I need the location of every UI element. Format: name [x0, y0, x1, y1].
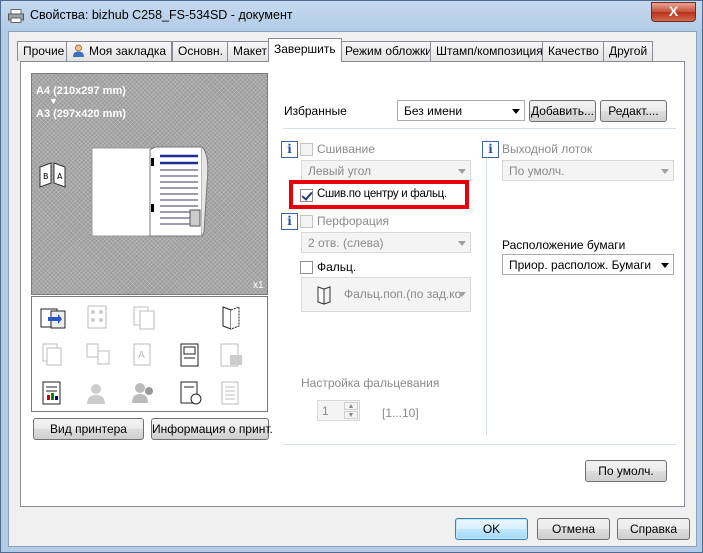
- window-title: Свойства: bizhub C258_FS-534SD - докумен…: [30, 8, 293, 22]
- copy-pages-icon[interactable]: [130, 303, 158, 331]
- finishing-function-icons: A: [31, 296, 268, 412]
- output-tray-label: Выходной лоток: [502, 142, 593, 156]
- properties-dialog: Свойства: bizhub C258_FS-534SD - докумен…: [0, 0, 703, 553]
- tab-quality[interactable]: Качество: [542, 41, 605, 61]
- printer-info-button[interactable]: Информация о принт.: [151, 418, 273, 440]
- paper-arrangement-dropdown[interactable]: Приор. располож. Бумаги: [502, 254, 674, 275]
- down-arrow-icon: ▼: [49, 96, 58, 106]
- defaults-button[interactable]: По умолч.: [585, 460, 667, 482]
- fold-type-icon: [317, 286, 331, 305]
- favorites-dropdown[interactable]: Без имени: [397, 100, 525, 121]
- copies-count: x1: [253, 280, 264, 291]
- cancel-button[interactable]: Отмена: [537, 518, 610, 540]
- staple-position-dropdown[interactable]: Левый угол: [301, 160, 471, 181]
- tab-finishing[interactable]: Завершить: [268, 38, 342, 62]
- title-bar: Свойства: bizhub C258_FS-534SD - докумен…: [1, 1, 702, 31]
- secure-print-icon[interactable]: [217, 341, 245, 369]
- printer-view-button[interactable]: Вид принтера: [33, 418, 144, 440]
- close-icon: X: [668, 3, 679, 19]
- bottom-divider: [283, 444, 676, 445]
- watermark-icon[interactable]: A: [130, 341, 158, 369]
- edit-favorite-button[interactable]: Редакт....: [600, 100, 667, 122]
- color-page-icon[interactable]: [39, 379, 67, 407]
- sort-icon[interactable]: [84, 341, 112, 369]
- add-favorite-button[interactable]: Добавить...: [529, 100, 596, 122]
- chevron-down-icon: [661, 169, 669, 174]
- center-staple-label: Сшив.по центру и фальц.: [317, 188, 447, 200]
- fold-settings-label: Настройка фальцевания: [301, 376, 440, 390]
- fold-type-dropdown[interactable]: Фальц.поп.(по зад.ко: [301, 277, 471, 312]
- fold-count-range: [1...10]: [382, 406, 419, 420]
- tab-cover-mode[interactable]: Режим обложки: [339, 41, 438, 61]
- finishing-tab-page: A4 (210x297 mm) ▼ A3 (297x420 mm) B A x1…: [20, 61, 685, 507]
- chevron-down-icon: [458, 241, 466, 246]
- fold-count-stepper[interactable]: 1 ▲ ▼: [317, 400, 360, 421]
- user-settings-icon[interactable]: [84, 379, 112, 407]
- tab-stamp-composition[interactable]: Штамп/композиция: [430, 41, 549, 61]
- chevron-down-icon[interactable]: ▼: [344, 411, 358, 419]
- chevron-down-icon: [661, 263, 669, 268]
- chevron-down-icon: [458, 169, 466, 174]
- help-button[interactable]: Справка: [617, 518, 690, 540]
- document-list-icon[interactable]: [217, 379, 245, 407]
- account-track-icon[interactable]: [130, 379, 158, 407]
- punch-label: Перфорация: [317, 214, 389, 228]
- tab-my-tab[interactable]: Моя закладка: [66, 41, 173, 61]
- page-preview-image: [91, 146, 209, 237]
- output-tray-dropdown[interactable]: По умолч.: [502, 160, 674, 181]
- print-schedule-icon[interactable]: [177, 379, 205, 407]
- staple-label: Сшивание: [317, 142, 375, 156]
- punch-dropdown[interactable]: 2 отв. (слева): [301, 232, 471, 253]
- stack-icon[interactable]: [39, 341, 67, 369]
- paper-size-output: A3 (297x420 mm): [36, 108, 126, 120]
- svg-text:A: A: [138, 350, 145, 361]
- chevron-down-icon: [458, 292, 466, 297]
- print-preview: A4 (210x297 mm) ▼ A3 (297x420 mm) B A x1: [31, 73, 268, 295]
- punch-checkbox[interactable]: [300, 215, 313, 228]
- info-icon[interactable]: i: [281, 213, 298, 230]
- printer-icon: [8, 9, 24, 23]
- close-button[interactable]: X: [651, 2, 696, 22]
- form-overlay-icon[interactable]: [177, 341, 205, 369]
- tab-layout[interactable]: Макет: [227, 41, 273, 61]
- fold-checkbox[interactable]: [300, 261, 313, 274]
- info-icon[interactable]: i: [482, 141, 499, 158]
- ok-button[interactable]: OK: [455, 518, 528, 540]
- svg-text:B: B: [43, 172, 49, 181]
- column-divider: [486, 138, 487, 435]
- staple-checkbox[interactable]: [300, 143, 313, 156]
- info-icon[interactable]: i: [281, 141, 298, 158]
- fold-icon[interactable]: [217, 303, 245, 331]
- multi-page-icon[interactable]: [84, 303, 112, 331]
- tab-other[interactable]: Прочие: [17, 41, 71, 61]
- paper-arrangement-label: Расположение бумаги: [502, 238, 626, 252]
- booklet-output-icon[interactable]: [39, 303, 67, 331]
- favorites-label: Избранные: [284, 104, 347, 118]
- dialog-client: Прочие Моя закладка Основн. Макет Заверш…: [8, 31, 697, 547]
- booklet-fold-icon: B A: [39, 162, 66, 188]
- chevron-down-icon: [512, 109, 520, 114]
- tab-misc[interactable]: Другой: [603, 41, 654, 61]
- favorites-divider: [283, 128, 676, 129]
- svg-text:A: A: [57, 172, 63, 181]
- fold-label: Фальц.: [317, 260, 357, 274]
- chevron-up-icon[interactable]: ▲: [344, 402, 358, 410]
- center-staple-checkbox[interactable]: [300, 189, 313, 202]
- tab-basic[interactable]: Основн.: [172, 41, 229, 61]
- user-icon: [73, 44, 84, 57]
